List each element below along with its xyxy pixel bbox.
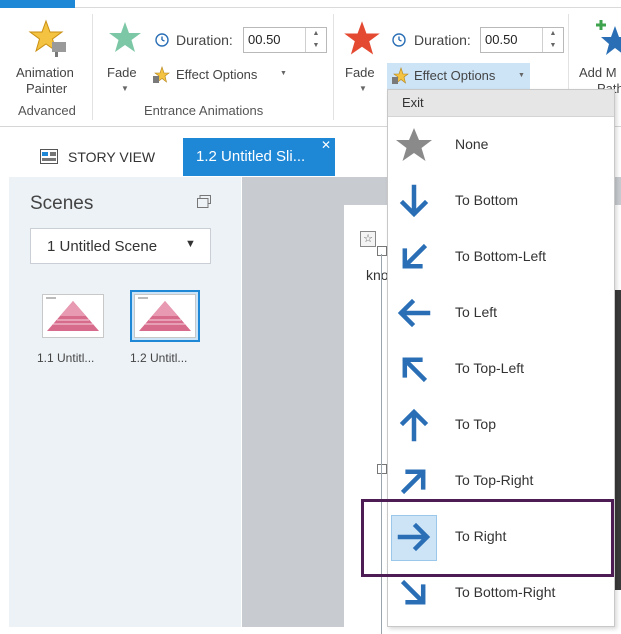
group-label-advanced: Advanced: [18, 103, 76, 118]
menu-item-label: To Left: [455, 304, 498, 320]
star-green-icon: [109, 22, 141, 52]
motion-path-icon: [596, 20, 621, 55]
restore-window-icon[interactable]: [197, 195, 211, 208]
menu-item-to-top-left[interactable]: To Top-Left: [388, 341, 614, 397]
menu-item-to-left[interactable]: To Left: [388, 285, 614, 341]
chevron-down-icon: ▼: [121, 84, 129, 93]
menu-item-label: To Top-Left: [455, 360, 525, 376]
exit-duration-input[interactable]: 00.50 ▲ ▼: [480, 27, 564, 53]
dropdown-header-label: Exit: [402, 95, 424, 110]
arrow-up-right-icon: [400, 469, 426, 495]
menu-item-label: To Bottom: [455, 192, 519, 208]
menu-item-to-bottom[interactable]: To Bottom: [388, 173, 614, 229]
arrow-down-left-icon: [402, 243, 428, 269]
slide-thumbnail-1[interactable]: [42, 294, 104, 338]
entrance-duration-stepper[interactable]: ▲ ▼: [305, 28, 326, 52]
menu-item-label: To Bottom-Left: [455, 248, 547, 264]
entrance-duration-label: Duration:: [176, 32, 233, 48]
effect-options-icon: [153, 66, 170, 83]
menu-item-label: To Bottom-Right: [455, 584, 556, 600]
star-red-icon: [344, 21, 380, 55]
stepper-down-icon[interactable]: ▼: [543, 40, 563, 52]
exit-effect-options-button[interactable]: Effect Options ▼: [387, 63, 530, 89]
stepper-up-icon[interactable]: ▲: [306, 28, 326, 40]
entrance-effect-options-button[interactable]: Effect Options ▼: [152, 64, 292, 86]
entrance-duration-input[interactable]: 00.50 ▲ ▼: [243, 27, 327, 53]
menu-item-label: To Top: [455, 416, 496, 432]
arrow-left-icon: [397, 298, 431, 328]
exit-fade-button[interactable]: Fade ▼: [340, 18, 386, 100]
menu-item-label: To Top-Right: [455, 472, 534, 488]
group-label-entrance: Entrance Animations: [144, 103, 264, 118]
tab-story-view-label: STORY VIEW: [68, 149, 156, 165]
animation-painter-label-1: Animation: [16, 65, 74, 80]
resize-handle[interactable]: [377, 464, 387, 474]
arrow-down-icon: [399, 184, 429, 218]
ribbon-top-border: [75, 7, 621, 8]
tab-story-view[interactable]: STORY VIEW: [28, 138, 174, 176]
scene-select-value: 1 Untitled Scene: [47, 238, 158, 255]
entrance-effect-options-label: Effect Options: [176, 67, 258, 82]
chevron-down-icon: ▼: [280, 70, 287, 77]
close-icon[interactable]: ✕: [321, 138, 331, 152]
resize-handle[interactable]: [377, 246, 387, 256]
add-motion-path-label-1: Add M: [579, 65, 617, 80]
scenes-panel: Scenes 1 Untitled Scene ▼ 1.1 Untitl... …: [9, 177, 241, 627]
thumbnail-pyramid-image: [46, 297, 99, 331]
exit-effect-label: Fade: [345, 65, 375, 80]
chevron-down-icon: ▼: [518, 72, 525, 79]
menu-item-to-top[interactable]: To Top: [388, 397, 614, 453]
arrow-down-right-icon: [400, 579, 426, 605]
stepper-down-icon[interactable]: ▼: [306, 40, 326, 52]
menu-item-none[interactable]: None: [388, 117, 614, 173]
menu-item-to-bottom-left[interactable]: To Bottom-Left: [388, 229, 614, 285]
chevron-down-icon: ▼: [185, 238, 196, 250]
exit-duration-value: 00.50: [485, 32, 518, 47]
arrow-up-icon: [399, 408, 429, 442]
thumbnail-pyramid-image: [138, 297, 191, 331]
star-icon: [396, 128, 432, 161]
scene-select[interactable]: 1 Untitled Scene ▼: [30, 228, 211, 264]
menu-item-label: None: [455, 136, 489, 152]
slide-thumbnail-1-caption: 1.1 Untitl...: [37, 351, 95, 365]
selection-border: [381, 254, 382, 634]
story-view-icon: [40, 149, 58, 164]
add-motion-path-button[interactable]: Add M Path: [575, 18, 621, 100]
dropdown-header: Exit: [388, 90, 614, 117]
animation-painter-icon: [28, 19, 66, 57]
exit-duration-stepper[interactable]: ▲ ▼: [542, 28, 563, 52]
ribbon-separator: [92, 14, 93, 120]
entrance-fade-button[interactable]: Fade ▼: [102, 18, 148, 100]
exit-duration-label: Duration:: [414, 32, 471, 48]
slide-thumbnail-2-caption: 1.2 Untitl...: [130, 351, 188, 365]
chevron-down-icon: ▼: [359, 84, 367, 93]
scenes-title: Scenes: [30, 193, 94, 214]
slide-thumbnail-2[interactable]: [134, 294, 196, 338]
animation-painter-label-2: Painter: [26, 81, 68, 96]
annotation-highlight-box: [361, 499, 614, 577]
clock-icon: [155, 33, 169, 47]
active-ribbon-tab-indicator: [0, 0, 75, 8]
entrance-effect-label: Fade: [107, 65, 137, 80]
effect-options-icon: [392, 67, 409, 84]
animation-marker-icon[interactable]: ☆: [360, 231, 376, 247]
tab-active-slide-label: 1.2 Untitled Sli...: [196, 148, 306, 165]
slide-text-fragment-2: kno: [366, 267, 389, 283]
ribbon-separator: [333, 14, 334, 120]
animation-painter-button[interactable]: Animation Painter: [10, 18, 88, 98]
stepper-up-icon[interactable]: ▲: [543, 28, 563, 40]
arrow-up-left-icon: [402, 357, 428, 383]
tab-active-slide[interactable]: 1.2 Untitled Sli... ✕: [183, 138, 335, 176]
entrance-duration-value: 00.50: [248, 32, 281, 47]
clock-icon: [392, 33, 406, 47]
exit-effect-options-label: Effect Options: [414, 68, 496, 83]
